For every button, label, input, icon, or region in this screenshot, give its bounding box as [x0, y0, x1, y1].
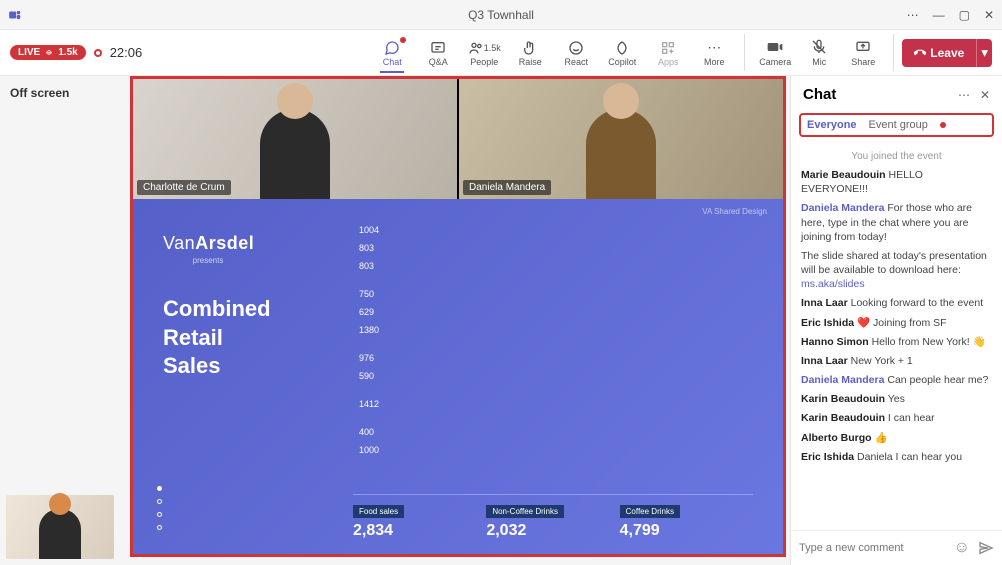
send-icon[interactable] — [978, 540, 994, 556]
maximize-icon[interactable]: ▢ — [959, 8, 970, 22]
chat-input[interactable] — [799, 542, 946, 554]
offscreen-panel: Off screen — [0, 76, 130, 565]
camera-icon — [767, 39, 783, 57]
live-badge: LIVE 1.5k — [10, 45, 86, 60]
window-title: Q3 Townhall — [468, 8, 534, 22]
slide-headline: Combined Retail Sales — [163, 295, 323, 381]
minimize-icon[interactable]: — — [933, 8, 945, 22]
participant-video[interactable]: Charlotte de Crum — [133, 79, 457, 199]
camera-button[interactable]: Camera — [753, 39, 797, 67]
chat-panel: Chat ⋯ ✕ Everyone Event group You joined… — [790, 76, 1002, 565]
copilot-icon — [614, 39, 630, 57]
unread-dot-icon — [940, 122, 946, 128]
qa-icon — [430, 39, 446, 57]
participant-name: Charlotte de Crum — [137, 180, 231, 195]
app-icon — [8, 8, 22, 22]
more-button[interactable]: ⋯ More — [692, 39, 736, 67]
chat-message: Karin Beaudouin Yes — [801, 392, 992, 406]
apps-button[interactable]: Apps — [646, 39, 690, 67]
apps-icon — [660, 39, 676, 57]
qa-button[interactable]: Q&A — [416, 39, 460, 67]
chat-message: Karin Beaudouin I can hear — [801, 411, 992, 425]
raise-button[interactable]: Raise — [508, 39, 552, 67]
chat-message: Inna Laar New York + 1 — [801, 354, 992, 368]
brand-logo: VanArsdel — [163, 233, 323, 254]
tab-everyone[interactable]: Everyone — [807, 119, 857, 131]
title-bar: Q3 Townhall ⋯ — ▢ ✕ — [0, 0, 1002, 30]
chat-message: Daniela Mandera Can people hear me? — [801, 373, 992, 387]
chat-close-icon[interactable]: ✕ — [980, 88, 990, 102]
chat-message: Eric Ishida Daniela I can hear you — [801, 450, 992, 464]
meeting-timer: 22:06 — [110, 45, 143, 60]
copilot-button[interactable]: Copilot — [600, 39, 644, 67]
meeting-toolbar: LIVE 1.5k 22:06 Chat Q&A 1.5k People Rai… — [0, 30, 1002, 76]
share-icon — [855, 39, 871, 57]
chat-message: Alberto Burgo 👍 — [801, 431, 992, 445]
smile-icon — [568, 39, 584, 57]
emoji-icon[interactable]: ☺ — [954, 539, 970, 557]
participant-name: Daniela Mandera — [463, 180, 551, 195]
chat-title: Chat — [803, 86, 836, 103]
chat-message: Eric Ishida ❤️ Joining from SF — [801, 316, 992, 330]
participant-video[interactable]: Daniela Mandera — [459, 79, 783, 199]
chart-totals: Food sales2,834Non-Coffee Drinks2,032Cof… — [353, 494, 753, 540]
close-window-icon[interactable]: ✕ — [984, 8, 994, 22]
record-icon — [94, 49, 102, 57]
shared-slide: VA Shared Design VanArsdel presents Comb… — [133, 199, 783, 554]
chat-tabs: Everyone Event group — [799, 113, 994, 137]
stage: Charlotte de Crum Daniela Mandera VA Sha… — [130, 76, 786, 557]
react-button[interactable]: React — [554, 39, 598, 67]
mic-button[interactable]: Mic — [797, 39, 841, 67]
leave-dropdown[interactable]: ▾ — [976, 39, 992, 67]
leave-button[interactable]: Leave — [902, 39, 976, 67]
chat-message: The slide shared at today's presentation… — [801, 249, 992, 292]
chat-message: Hanno Simon Hello from New York! 👋 — [801, 335, 992, 349]
chat-messages: You joined the event Marie Beaudouin HEL… — [791, 141, 1002, 530]
chat-button[interactable]: Chat — [370, 39, 414, 67]
system-message: You joined the event — [801, 151, 992, 162]
more-window-icon[interactable]: ⋯ — [907, 8, 919, 22]
hand-icon — [522, 39, 538, 57]
chat-icon — [384, 39, 400, 57]
chat-more-icon[interactable]: ⋯ — [958, 88, 970, 102]
people-icon: 1.5k — [468, 39, 501, 57]
self-video[interactable] — [6, 495, 114, 559]
chat-message: Inna Laar Looking forward to the event — [801, 296, 992, 310]
tab-event-group[interactable]: Event group — [869, 119, 928, 131]
more-icon: ⋯ — [707, 39, 721, 57]
bar-chart: 1004803803750629138097659014124001000 — [353, 223, 753, 488]
mic-off-icon — [811, 39, 827, 57]
slide-nav-dots[interactable] — [157, 486, 162, 530]
people-button[interactable]: 1.5k People — [462, 39, 506, 67]
chat-message: Marie Beaudouin HELLO EVERYONE!!! — [801, 168, 992, 196]
chat-message: Daniela Mandera For those who are here, … — [801, 201, 992, 244]
share-button[interactable]: Share — [841, 39, 885, 67]
